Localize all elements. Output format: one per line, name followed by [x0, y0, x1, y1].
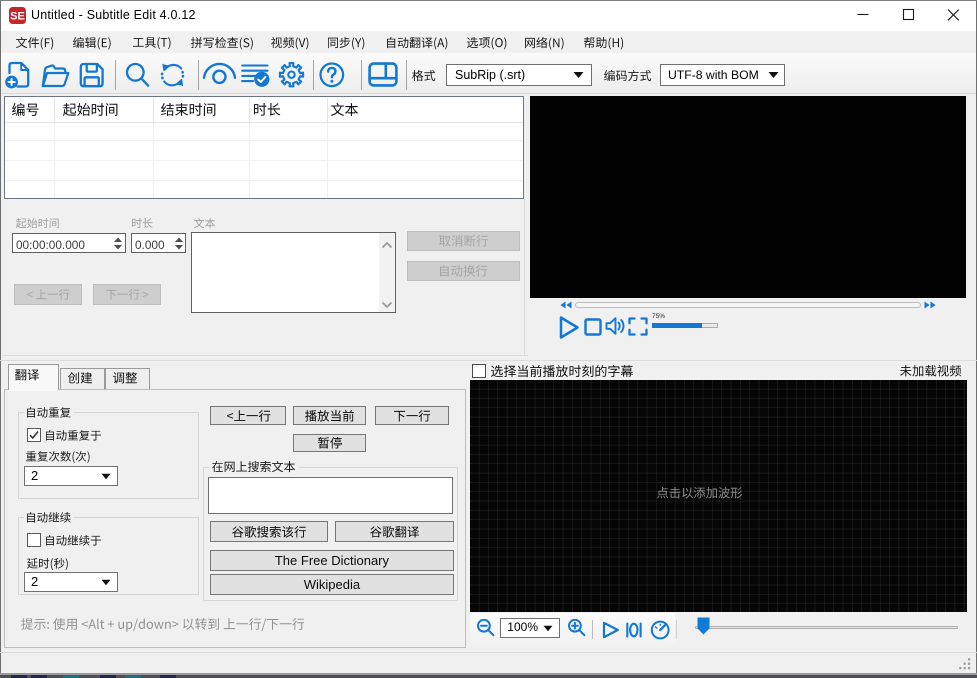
- svg-text:SE: SE: [10, 11, 25, 23]
